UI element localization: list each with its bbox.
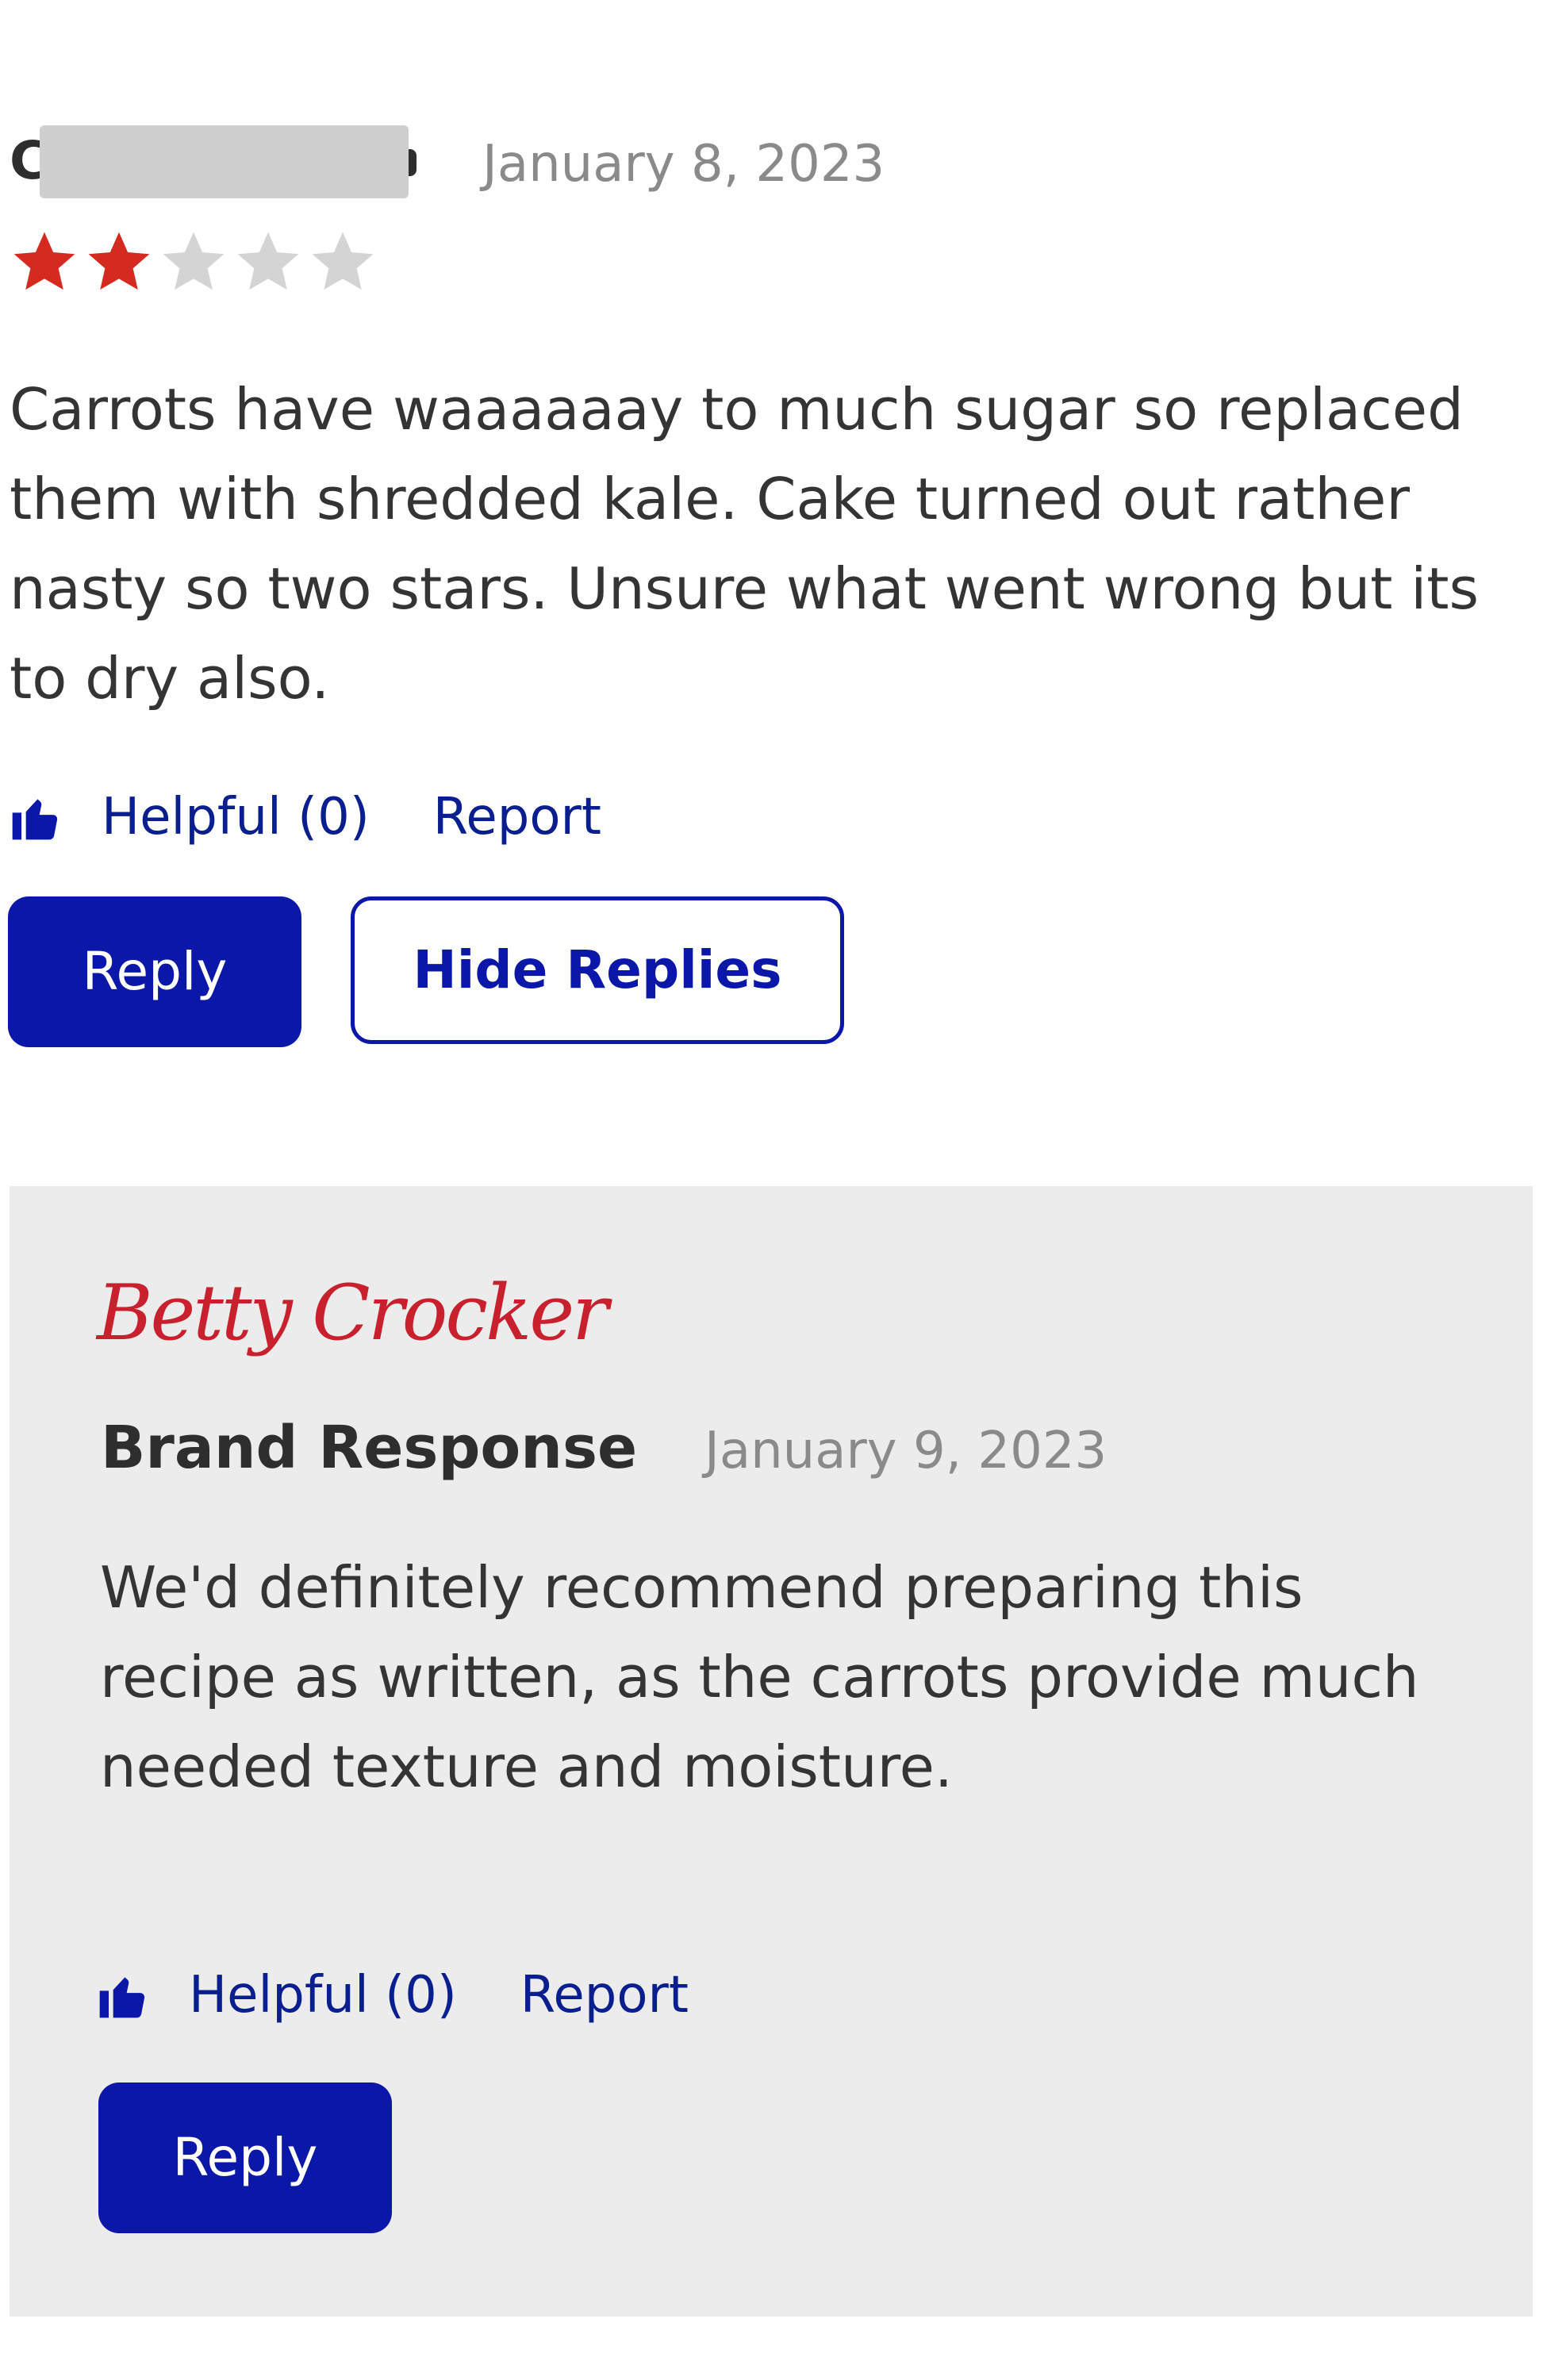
report-link[interactable]: Report <box>433 781 601 853</box>
review-date: January 8, 2023 <box>482 135 885 194</box>
brand-response-panel: Betty Crocker Brand Response January 9, … <box>10 1186 1533 2317</box>
star-icon <box>83 226 155 299</box>
brand-response-title: Brand Response <box>101 1414 638 1482</box>
reply-button[interactable]: Reply <box>98 2082 392 2233</box>
star-icon <box>157 226 230 299</box>
author-name-redaction <box>40 125 416 198</box>
brand-response-date: January 9, 2023 <box>704 1422 1107 1480</box>
helpful-button[interactable]: Helpful (0) <box>189 1960 457 2031</box>
review-header: C January 8, 2023 <box>0 119 1111 206</box>
review-buttons: Reply Hide Replies <box>8 896 844 1049</box>
hide-replies-button[interactable]: Hide Replies <box>351 896 844 1044</box>
reply-button[interactable]: Reply <box>8 896 301 1047</box>
star-icon <box>232 226 305 299</box>
thumbs-up-icon[interactable] <box>95 1968 149 2022</box>
brand-logo: Betty Crocker <box>97 1269 608 1357</box>
thumbs-up-icon[interactable] <box>8 790 62 844</box>
star-rating <box>8 226 381 305</box>
brand-response-text: We'd definitely recommend preparing this… <box>100 1554 1419 1800</box>
star-icon <box>306 226 379 299</box>
helpful-button[interactable]: Helpful (0) <box>102 781 370 853</box>
review-actions: Helpful (0) Report <box>8 781 665 853</box>
brand-response-actions: Helpful (0) Report <box>95 1960 752 2031</box>
report-link[interactable]: Report <box>520 1960 689 2031</box>
star-icon <box>8 226 81 299</box>
review-text: Carrots have waaaaaay to much sugar so r… <box>10 376 1479 712</box>
